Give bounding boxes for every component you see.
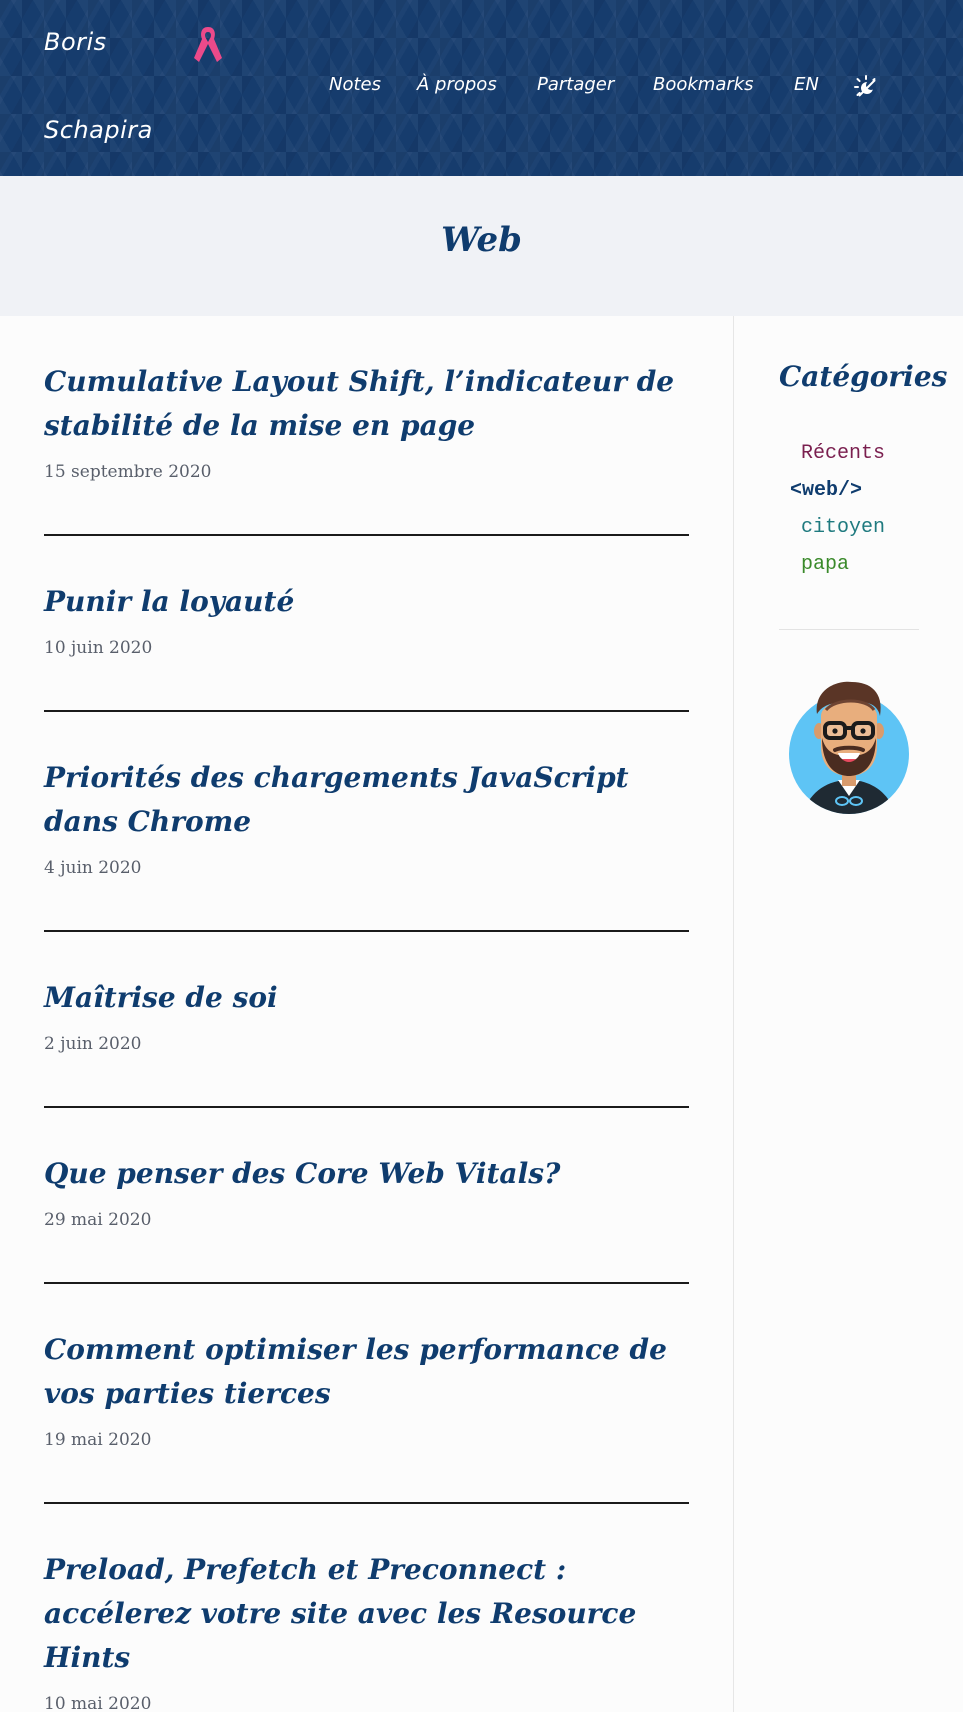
category-link-citoyen[interactable]: citoyen [801, 516, 885, 539]
post-item: Maîtrise de soi 2 juin 2020 [44, 976, 689, 1054]
category-link-web[interactable]: <web/> [790, 479, 862, 502]
post-date: 2 juin 2020 [44, 1034, 142, 1054]
post-item: Que penser des Core Web Vitals? 29 mai 2… [44, 1152, 689, 1230]
pink-ribbon-icon [194, 27, 222, 62]
site-brand-last-name[interactable]: Schapira [44, 116, 153, 144]
post-title-link[interactable]: Que penser des Core Web Vitals? [44, 1152, 689, 1196]
site-brand-first-name[interactable]: Boris [44, 28, 107, 56]
page-title: Web [441, 220, 522, 260]
site-header: Boris Schapira Notes À propos Partager B… [0, 0, 963, 176]
post-divider [44, 710, 689, 712]
nav-item-notes[interactable]: Notes [329, 74, 381, 95]
post-title-link[interactable]: Preload, Prefetch et Preconnect : accéle… [44, 1548, 689, 1680]
column-divider [733, 316, 734, 1712]
category-link-papa[interactable]: papa [801, 553, 849, 576]
post-divider [44, 1106, 689, 1108]
post-title-link[interactable]: Punir la loyauté [44, 580, 689, 624]
post-date: 19 mai 2020 [44, 1430, 152, 1450]
post-item: Preload, Prefetch et Preconnect : accéle… [44, 1548, 689, 1712]
sidebar-title: Catégories [779, 360, 948, 393]
post-item: Punir la loyauté 10 juin 2020 [44, 580, 689, 658]
avatar-illustration [789, 681, 909, 814]
post-title-link[interactable]: Priorités des chargements JavaScript dan… [44, 756, 689, 844]
post-date: 29 mai 2020 [44, 1210, 152, 1230]
post-item: Priorités des chargements JavaScript dan… [44, 756, 689, 878]
post-date: 15 septembre 2020 [44, 462, 212, 482]
post-title-link[interactable]: Comment optimiser les performance de vos… [44, 1328, 689, 1416]
post-item: Cumulative Layout Shift, l’indicateur de… [44, 360, 689, 482]
post-item: Comment optimiser les performance de vos… [44, 1328, 689, 1450]
nav-item-a-propos[interactable]: À propos [417, 74, 497, 95]
category-link-recents[interactable]: Récents [801, 442, 885, 465]
category-banner: Web [0, 176, 963, 316]
nav-item-language[interactable]: EN [794, 74, 819, 95]
post-divider [44, 930, 689, 932]
nav-item-bookmarks[interactable]: Bookmarks [653, 74, 754, 95]
post-divider [44, 1502, 689, 1504]
sidebar-divider [779, 629, 919, 630]
post-title-link[interactable]: Cumulative Layout Shift, l’indicateur de… [44, 360, 689, 448]
nav-item-partager[interactable]: Partager [537, 74, 614, 95]
post-divider [44, 534, 689, 536]
post-title-link[interactable]: Maîtrise de soi [44, 976, 689, 1020]
sun-moon-icon[interactable] [853, 74, 879, 100]
post-date: 10 juin 2020 [44, 638, 153, 658]
post-divider [44, 1282, 689, 1284]
post-date: 4 juin 2020 [44, 858, 142, 878]
post-date: 10 mai 2020 [44, 1694, 152, 1712]
